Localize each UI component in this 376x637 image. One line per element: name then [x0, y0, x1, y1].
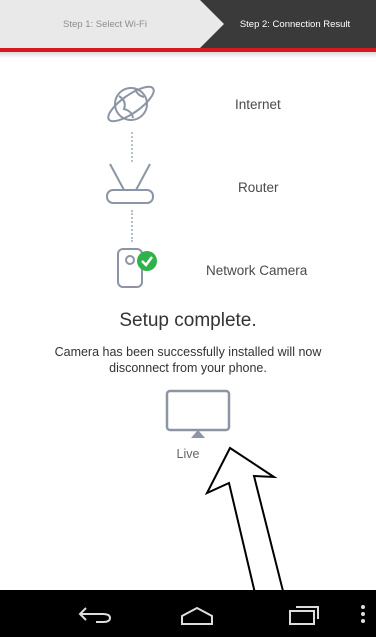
navigation-bar — [0, 590, 376, 637]
internet-label: Internet — [235, 97, 281, 112]
menu-button[interactable] — [354, 590, 372, 637]
step-2-tab: Step 2: Connection Result — [215, 0, 375, 48]
connection-dots-2 — [131, 210, 133, 242]
recents-icon — [289, 605, 319, 625]
setup-complete-title: Setup complete. — [119, 310, 257, 331]
home-icon — [181, 606, 213, 625]
router-icon — [106, 163, 154, 204]
setup-description: Camera has been successfully installed w… — [54, 345, 322, 375]
back-icon — [78, 606, 112, 623]
divider-shadow — [0, 52, 376, 58]
step-2-label: Step 2: Connection Result — [239, 18, 351, 30]
home-button[interactable] — [167, 590, 227, 637]
menu-icon — [361, 604, 365, 623]
globe-icon — [107, 85, 155, 123]
network-camera-label: Network Camera — [206, 263, 308, 278]
router-label: Router — [238, 180, 279, 195]
checkmark-icon — [137, 251, 157, 271]
recents-button[interactable] — [272, 590, 332, 637]
connection-dots-1 — [131, 132, 133, 162]
monitor-icon — [165, 389, 231, 438]
back-button[interactable] — [65, 590, 125, 637]
step-bar: Step 1: Select Wi-Fi Step 2: Connection … — [0, 0, 376, 48]
live-label: Live — [176, 447, 200, 461]
